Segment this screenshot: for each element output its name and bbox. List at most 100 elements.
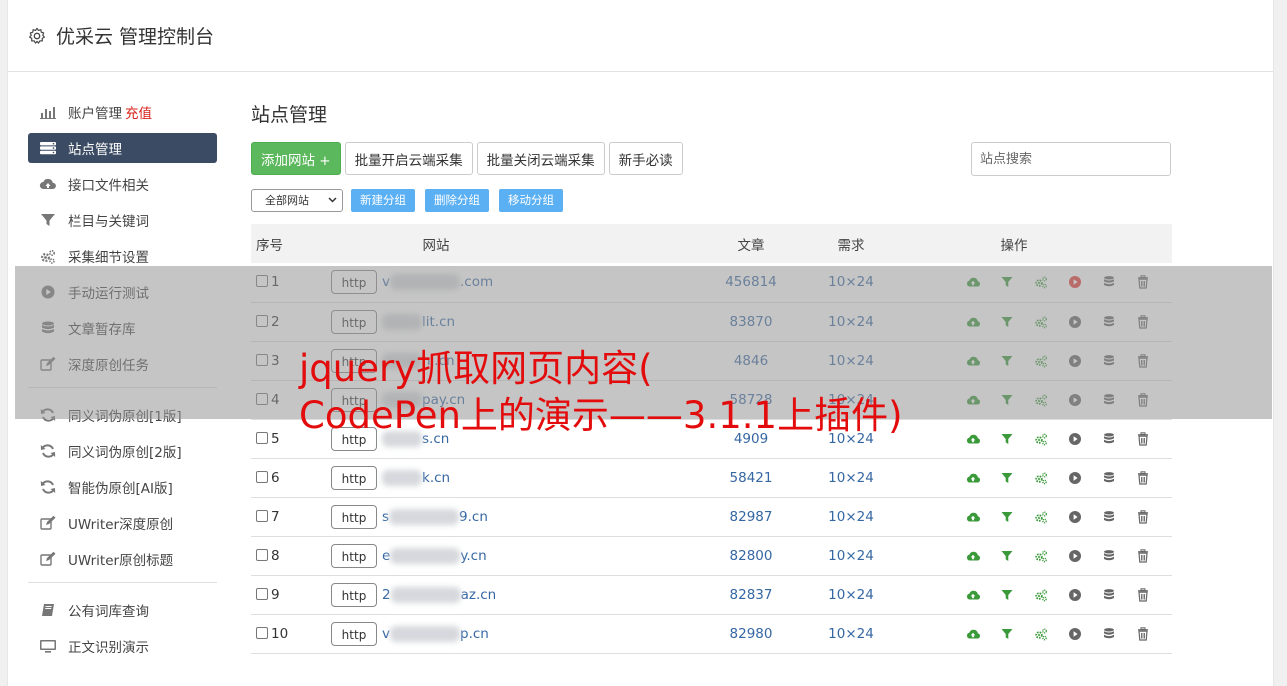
site-domain-link[interactable]: k.cn [382, 469, 450, 486]
article-count[interactable]: 82987 [696, 497, 806, 536]
article-count[interactable]: 82800 [696, 536, 806, 575]
cloud-upload-icon[interactable] [966, 588, 980, 602]
cogs-icon[interactable] [1034, 510, 1048, 524]
table-row: 6 http k.cn 58421 10×24 [251, 458, 1172, 497]
site-domain-link[interactable]: e y.cn [382, 547, 487, 564]
sidebar-item-items-0[interactable]: 账户管理 充值 [28, 97, 217, 127]
row-checkbox[interactable] [256, 626, 268, 639]
demand-value[interactable]: 10×24 [806, 575, 896, 614]
sidebar-item-group3-0[interactable]: 公有词库查询 [28, 595, 217, 625]
cogs-icon[interactable] [1034, 588, 1048, 602]
enable-cloud-button[interactable]: 批量开启云端采集 [344, 142, 473, 175]
trash-icon[interactable] [1136, 587, 1150, 602]
overlay-line-1: jquery抓取网页内容( [299, 347, 653, 390]
protocol-badge[interactable]: http [331, 504, 377, 529]
sidebar-item-items-1[interactable]: 站点管理 [28, 133, 217, 163]
sidebar-item-items-3[interactable]: 栏目与关键词 [28, 205, 217, 235]
group-select[interactable]: 全部网站 [251, 188, 343, 212]
site-cell: http s 9.cn [326, 497, 696, 536]
recharge-link[interactable]: 充值 [125, 102, 152, 122]
book-icon [42, 604, 54, 616]
delete-group-button[interactable]: 删除分组 [425, 188, 489, 212]
sidebar-item-items-2[interactable]: 接口文件相关 [28, 169, 217, 199]
sidebar-item-group3-1[interactable]: 正文识别演示 [28, 631, 217, 661]
cogs-icon[interactable] [1034, 471, 1048, 485]
cogs-icon[interactable] [1034, 549, 1048, 563]
new-group-button[interactable]: 新建分组 [351, 188, 415, 212]
sidebar-item-group2-2[interactable]: 智能伪原创[AI版] [28, 472, 217, 502]
row-number-cell: 6 [251, 458, 326, 497]
demand-value[interactable]: 10×24 [806, 614, 896, 653]
cogs-icon[interactable] [1034, 432, 1048, 446]
article-count[interactable]: 58421 [696, 458, 806, 497]
protocol-badge[interactable]: http [331, 465, 377, 490]
play-circle-icon[interactable] [1068, 432, 1082, 446]
row-actions [896, 575, 1172, 614]
demand-value[interactable]: 10×24 [806, 536, 896, 575]
filter-icon[interactable] [1000, 627, 1014, 641]
site-domain-link[interactable]: v p.cn [382, 625, 489, 642]
database-icon[interactable] [1102, 627, 1116, 641]
demand-value[interactable]: 10×24 [806, 458, 896, 497]
database-icon[interactable] [1102, 510, 1116, 524]
filter-icon[interactable] [1000, 549, 1014, 563]
play-circle-icon[interactable] [1068, 549, 1082, 563]
database-icon[interactable] [1102, 549, 1116, 563]
cloud-upload-icon[interactable] [966, 549, 980, 563]
guide-button[interactable]: 新手必读 [608, 142, 683, 175]
row-number: 5 [271, 430, 280, 447]
filter-icon[interactable] [1000, 471, 1014, 485]
protocol-badge[interactable]: http [331, 543, 377, 568]
row-checkbox[interactable] [256, 509, 268, 522]
domain-suffix: y.cn [460, 547, 487, 564]
sidebar-item-group2-3[interactable]: UWriter深度原创 [28, 508, 217, 538]
sidebar-item-group2-1[interactable]: 同义词伪原创[2版] [28, 436, 217, 466]
play-circle-icon[interactable] [1068, 471, 1082, 485]
col-header-site: 网站 [422, 237, 450, 254]
demand-value[interactable]: 10×24 [806, 497, 896, 536]
cloud-upload-icon[interactable] [966, 471, 980, 485]
domain-prefix: s [382, 508, 390, 525]
sidebar-divider [28, 582, 217, 583]
row-checkbox[interactable] [256, 548, 268, 561]
disable-cloud-button[interactable]: 批量关闭云端采集 [476, 142, 605, 175]
add-site-button[interactable]: 添加网站 + [251, 142, 341, 175]
database-icon[interactable] [1102, 588, 1116, 602]
filter-icon[interactable] [1000, 432, 1014, 446]
play-circle-icon[interactable] [1068, 510, 1082, 524]
cloud-upload-icon[interactable] [966, 432, 980, 446]
trash-icon[interactable] [1136, 470, 1150, 485]
site-cell: http 2 az.cn [326, 575, 696, 614]
trash-icon[interactable] [1136, 509, 1150, 524]
sidebar-item-group2-4[interactable]: UWriter原创标题 [28, 544, 217, 574]
database-icon[interactable] [1102, 471, 1116, 485]
cloud-upload-icon[interactable] [966, 627, 980, 641]
gear-icon [29, 27, 45, 44]
filter-icon[interactable] [1000, 588, 1014, 602]
trash-icon[interactable] [1136, 626, 1150, 641]
protocol-badge[interactable]: http [331, 621, 377, 646]
article-count[interactable]: 82980 [696, 614, 806, 653]
cogs-icon[interactable] [1034, 627, 1048, 641]
redacted-blur [390, 586, 461, 603]
move-group-button[interactable]: 移动分组 [499, 188, 563, 212]
row-number-cell: 9 [251, 575, 326, 614]
app-title: 优采云 管理控制台 [56, 26, 215, 48]
protocol-badge[interactable]: http [331, 582, 377, 607]
article-count[interactable]: 82837 [696, 575, 806, 614]
play-circle-icon[interactable] [1068, 588, 1082, 602]
filter-icon[interactable] [1000, 510, 1014, 524]
play-circle-icon[interactable] [1068, 627, 1082, 641]
database-icon[interactable] [1102, 432, 1116, 446]
trash-icon[interactable] [1136, 548, 1150, 563]
site-domain-link[interactable]: 2 az.cn [382, 586, 496, 603]
table-row: 10 http v p.cn 82980 10×24 [251, 614, 1172, 653]
trash-icon[interactable] [1136, 431, 1150, 446]
row-checkbox[interactable] [256, 470, 268, 483]
site-cell: http e y.cn [326, 536, 696, 575]
row-checkbox[interactable] [256, 431, 268, 444]
row-checkbox[interactable] [256, 587, 268, 600]
site-domain-link[interactable]: s 9.cn [382, 508, 488, 525]
site-search-input[interactable] [971, 142, 1171, 176]
cloud-upload-icon[interactable] [966, 510, 980, 524]
